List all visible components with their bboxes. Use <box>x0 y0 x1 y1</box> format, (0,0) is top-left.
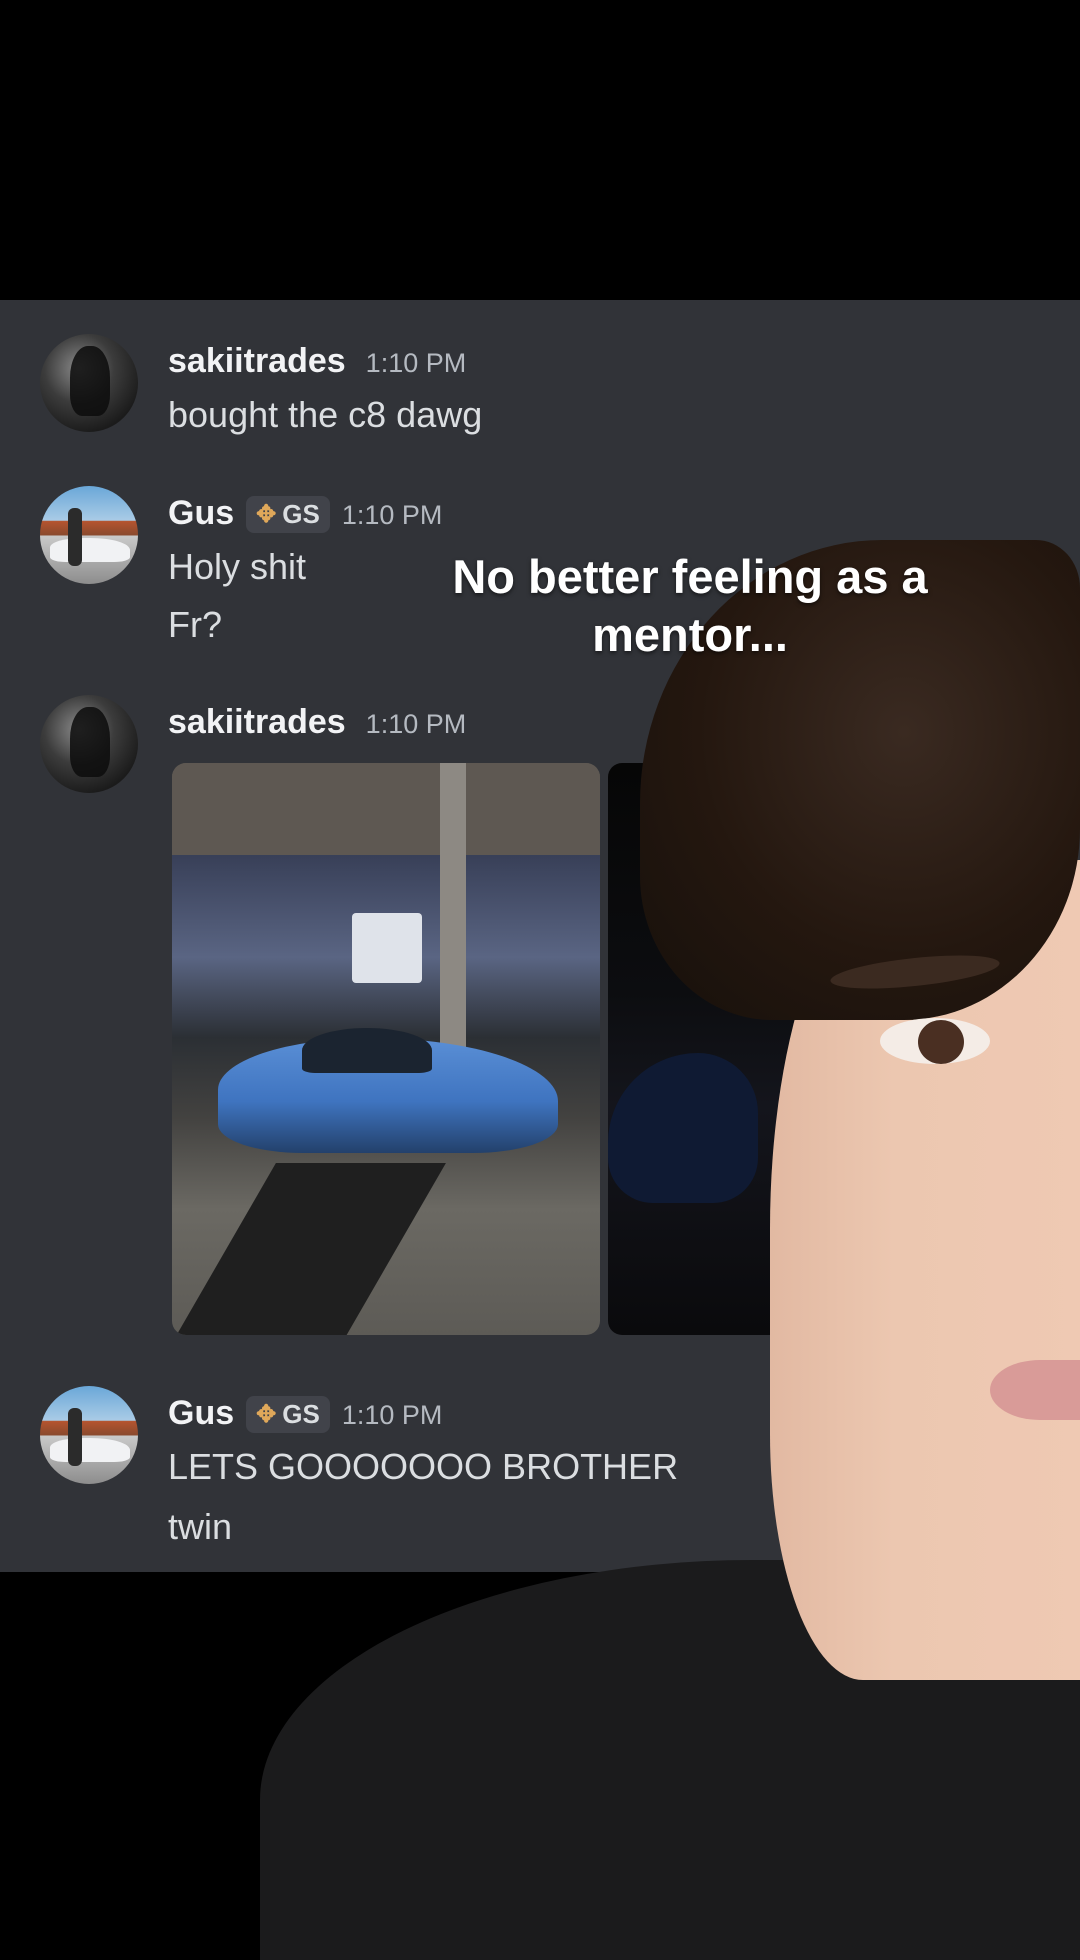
message-text: Fr? <box>168 604 222 645</box>
timestamp: 1:10 PM <box>365 348 467 378</box>
server-tag-label: GS <box>282 499 320 529</box>
timestamp: 1:10 PM <box>341 500 443 530</box>
caption-line-2: mentor... <box>592 608 788 661</box>
image-attachment-car-gas-station[interactable] <box>172 763 600 1335</box>
diamond-badge-icon: ✥ <box>256 501 277 528</box>
avatar-sakiitrades[interactable] <box>40 334 138 432</box>
message-header: sakiitrades 1:10 PM <box>168 703 466 742</box>
server-tag[interactable]: ✥ GS <box>246 496 330 533</box>
timestamp: 1:10 PM <box>365 709 467 739</box>
username[interactable]: Gus <box>168 1394 234 1433</box>
gas-station-canopy <box>172 763 600 855</box>
message-text: bought the c8 dawg <box>168 394 483 435</box>
avatar-sakiitrades[interactable] <box>40 695 138 793</box>
username[interactable]: sakiitrades <box>168 342 346 381</box>
fuel-pump-sign <box>352 913 422 983</box>
timestamp: 1:10 PM <box>341 1400 443 1430</box>
avatar-gus[interactable] <box>40 1386 138 1484</box>
canopy-pole <box>440 763 466 1063</box>
caption-line-1: No better feeling as a <box>452 550 928 603</box>
iris <box>918 1020 964 1064</box>
server-tag[interactable]: ✥ GS <box>246 1396 330 1433</box>
message-header: Gus ✥ GS 1:10 PM <box>168 494 442 535</box>
asphalt <box>172 1163 446 1335</box>
message-header: Gus ✥ GS 1:10 PM <box>168 1394 442 1435</box>
message-text: LETS GOOOOOOO BROTHER <box>168 1446 679 1487</box>
video-caption: No better feeling as a mentor... <box>430 548 950 664</box>
message-header: sakiitrades 1:10 PM <box>168 342 466 381</box>
car-windshield <box>302 1028 432 1073</box>
diamond-badge-icon: ✥ <box>256 1401 277 1428</box>
server-tag-label: GS <box>282 1399 320 1429</box>
lips <box>990 1360 1080 1420</box>
username[interactable]: sakiitrades <box>168 703 346 742</box>
username[interactable]: Gus <box>168 494 234 533</box>
message-text: Holy shit <box>168 546 307 587</box>
presenter-overlay <box>260 540 1080 1960</box>
message-text: twin <box>168 1506 233 1547</box>
avatar-gus[interactable] <box>40 486 138 584</box>
